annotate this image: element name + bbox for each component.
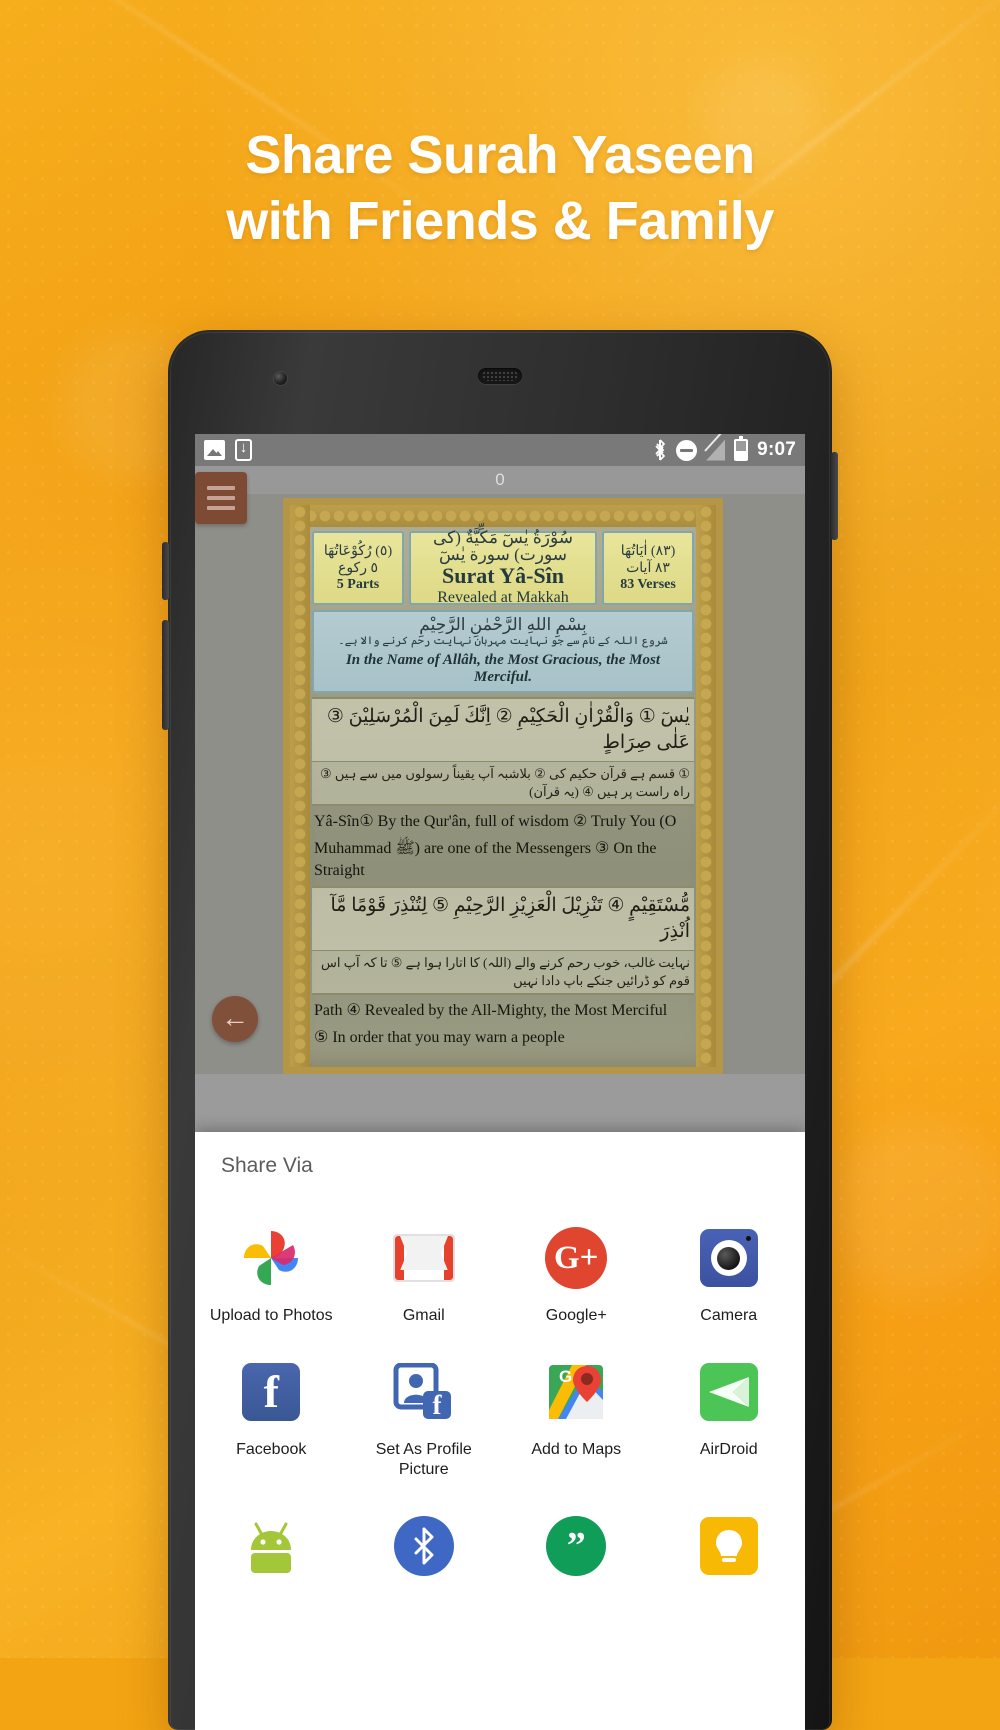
surah-verses-label: 83 Verses	[620, 577, 676, 592]
facebook-icon: f	[239, 1360, 303, 1424]
surah-verses-arabic: ٨٣ آيات	[626, 561, 670, 576]
verse-english-2a: Path ④ Revealed by the All-Mighty, the M…	[314, 1002, 668, 1019]
airdroid-icon	[697, 1360, 761, 1424]
front-camera-icon	[274, 372, 287, 385]
phone-mockup: (٥) رُکُوْعَاتُهَا ٥ رکوع 5 Parts سُوْرَ…	[162, 330, 838, 1730]
page-ornament-right	[696, 505, 716, 1067]
google-keep-icon	[697, 1514, 761, 1578]
camera-icon	[697, 1226, 761, 1290]
background-blob	[830, 1120, 1000, 1300]
svg-text:f: f	[432, 1390, 442, 1420]
share-sheet-title: Share Via	[221, 1154, 313, 1177]
surah-header-row: (٥) رُکُوْعَاتُهَا ٥ رکوع 5 Parts سُوْرَ…	[312, 528, 694, 606]
share-app-android-beam[interactable]	[195, 1496, 348, 1604]
share-app-label: Upload to Photos	[209, 1307, 333, 1324]
promo-headline-line-1: Share Surah Yaseen	[245, 125, 755, 185]
back-arrow-glyph: ←	[221, 1001, 249, 1033]
verse-english-1a: Yâ-Sîn① By the Qur'ân, full of wisdom ② …	[314, 813, 677, 830]
do-not-disturb-icon	[676, 439, 698, 461]
hamburger-menu-icon[interactable]	[195, 472, 247, 524]
no-signal-icon	[704, 434, 726, 461]
verse-english-2b: ⑤ In order that you may warn a people	[314, 1029, 565, 1046]
quran-page-viewer[interactable]: (٥) رُکُوْعَاتُهَا ٥ رکوع 5 Parts سُوْرَ…	[195, 494, 805, 1074]
share-app-upload-to-photos[interactable]: Upload to Photos	[195, 1208, 348, 1336]
verse-arabic-2: مُّسْتَقِيْمٍ ④ تَنْزِيْلَ الْعَزِيْزِ ا…	[312, 886, 694, 951]
status-bar-notifications	[204, 437, 252, 461]
svg-text:G: G	[559, 1367, 572, 1386]
share-app-hangouts[interactable]: ”	[500, 1496, 653, 1604]
surah-title-arabic: سُوْرَةُ يٰسٓ مَكِّيَّةٌ (کی سورت) سورة …	[433, 528, 573, 564]
surah-revealed-at: Revealed at Makkah	[437, 589, 569, 606]
promo-headline: Share Surah Yaseen with Friends & Family	[0, 122, 1000, 254]
facebook-glyph: f	[242, 1363, 301, 1421]
volume-up-button[interactable]	[162, 542, 169, 600]
surah-title-box: سُوْرَةُ يٰسٓ مَكِّيَّةٌ (کی سورت) سورة …	[409, 528, 597, 606]
bluetooth-icon	[653, 439, 667, 461]
back-arrow-icon[interactable]: ←	[212, 996, 258, 1042]
phone-screen: (٥) رُکُوْعَاتُهَا ٥ رکوع 5 Parts سُوْرَ…	[195, 434, 805, 1730]
share-app-gmail[interactable]: Gmail	[348, 1208, 501, 1336]
share-app-label: Camera	[700, 1307, 758, 1324]
share-via-sheet: Share Via Upload to Photos Gmail G+ Goog…	[195, 1132, 805, 1730]
surah-parts-arabic: ٥ رکوع	[337, 561, 379, 576]
google-plus-icon: G+	[544, 1226, 608, 1290]
share-app-camera[interactable]: Camera	[653, 1208, 806, 1336]
share-app-grid: Upload to Photos Gmail G+ Google+ Camera…	[195, 1208, 805, 1604]
set-profile-picture-icon: f	[392, 1360, 456, 1424]
bismillah-urdu: شروع اللہ کے نام سے جو نہایت مہربان نہای…	[338, 635, 668, 647]
verse-arabic-1: يٰسٓ ① وَالْقُرْاٰنِ الْحَكِيْمِ ② اِنَّ…	[312, 697, 694, 762]
share-app-label: Facebook	[236, 1441, 307, 1458]
download-icon	[235, 437, 252, 461]
google-maps-icon: G	[544, 1360, 608, 1424]
power-button[interactable]	[831, 452, 838, 540]
share-app-facebook[interactable]: f Facebook	[195, 1342, 348, 1490]
page-number-label: 0	[195, 466, 805, 494]
photo-icon	[204, 440, 225, 460]
quran-page-content: (٥) رُکُوْعَاتُهَا ٥ رکوع 5 Parts سُوْرَ…	[312, 528, 694, 1067]
verse-english-1b: Muhammad ﷺ) are one of the Messengers ③ …	[314, 840, 657, 879]
share-app-label: AirDroid	[699, 1441, 758, 1458]
earpiece-speaker	[478, 368, 522, 384]
share-app-label: Gmail	[402, 1307, 445, 1324]
android-status-bar: 9:07	[195, 434, 805, 466]
volume-down-button[interactable]	[162, 620, 169, 730]
hangouts-glyph: ”	[546, 1516, 607, 1576]
bluetooth-share-icon	[392, 1514, 456, 1578]
share-app-add-to-maps[interactable]: G Add to Maps	[500, 1342, 653, 1490]
share-app-label: Add to Maps	[531, 1441, 622, 1458]
surah-parts-arabic-top: (٥) رُکُوْعَاتُهَا	[323, 544, 393, 559]
share-app-airdroid[interactable]: AirDroid	[653, 1342, 806, 1490]
promo-headline-line-2: with Friends & Family	[226, 191, 774, 251]
status-bar-system-icons: 9:07	[653, 434, 796, 461]
battery-icon	[734, 436, 749, 461]
verse-urdu-1: ① قسم ہے قرآن حکیم کی ② بلاشبہ آپ یقیناً…	[312, 762, 694, 806]
quran-page-image: (٥) رُکُوْعَاتُهَا ٥ رکوع 5 Parts سُوْرَ…	[283, 498, 723, 1074]
share-app-label: Google+	[545, 1307, 607, 1324]
surah-parts-box: (٥) رُکُوْعَاتُهَا ٥ رکوع 5 Parts	[312, 531, 404, 605]
bismillah-block: بِسْمِ اللهِ الرَّحْمٰنِ الرَّحِيْمِ شرو…	[312, 610, 694, 693]
surah-parts-label: 5 Parts	[336, 577, 380, 592]
bismillah-arabic: بِسْمِ اللهِ الرَّحْمٰنِ الرَّحِيْمِ	[419, 615, 587, 634]
google-plus-glyph: G+	[545, 1227, 608, 1289]
share-app-google-plus[interactable]: G+ Google+	[500, 1208, 653, 1336]
status-bar-clock: 9:07	[757, 439, 796, 460]
share-app-google-keep[interactable]	[653, 1496, 806, 1604]
share-app-bluetooth[interactable]	[348, 1496, 501, 1604]
share-app-set-as-profile-picture[interactable]: f Set As Profile Picture	[348, 1342, 501, 1490]
verse-urdu-2: نہایت غالب، خوب رحم کرنے والے (اللہ) کا …	[312, 951, 694, 995]
hangouts-icon: ”	[544, 1514, 608, 1578]
gmail-icon	[392, 1226, 456, 1290]
google-photos-icon	[239, 1226, 303, 1290]
surah-verses-arabic-top: (٨٣) اٰيَاتُهَا	[620, 544, 676, 559]
page-ornament-left	[290, 505, 310, 1067]
surah-title-transliteration: Surat Yâ-Sîn	[441, 563, 565, 588]
page-ornament-top	[290, 505, 716, 527]
android-beam-icon	[239, 1514, 303, 1578]
bismillah-english: In the Name of Allâh, the Most Gracious,…	[345, 652, 661, 685]
surah-verses-box: (٨٣) اٰيَاتُهَا ٨٣ آيات 83 Verses	[602, 531, 694, 605]
share-app-label: Set As Profile Picture	[375, 1441, 472, 1478]
